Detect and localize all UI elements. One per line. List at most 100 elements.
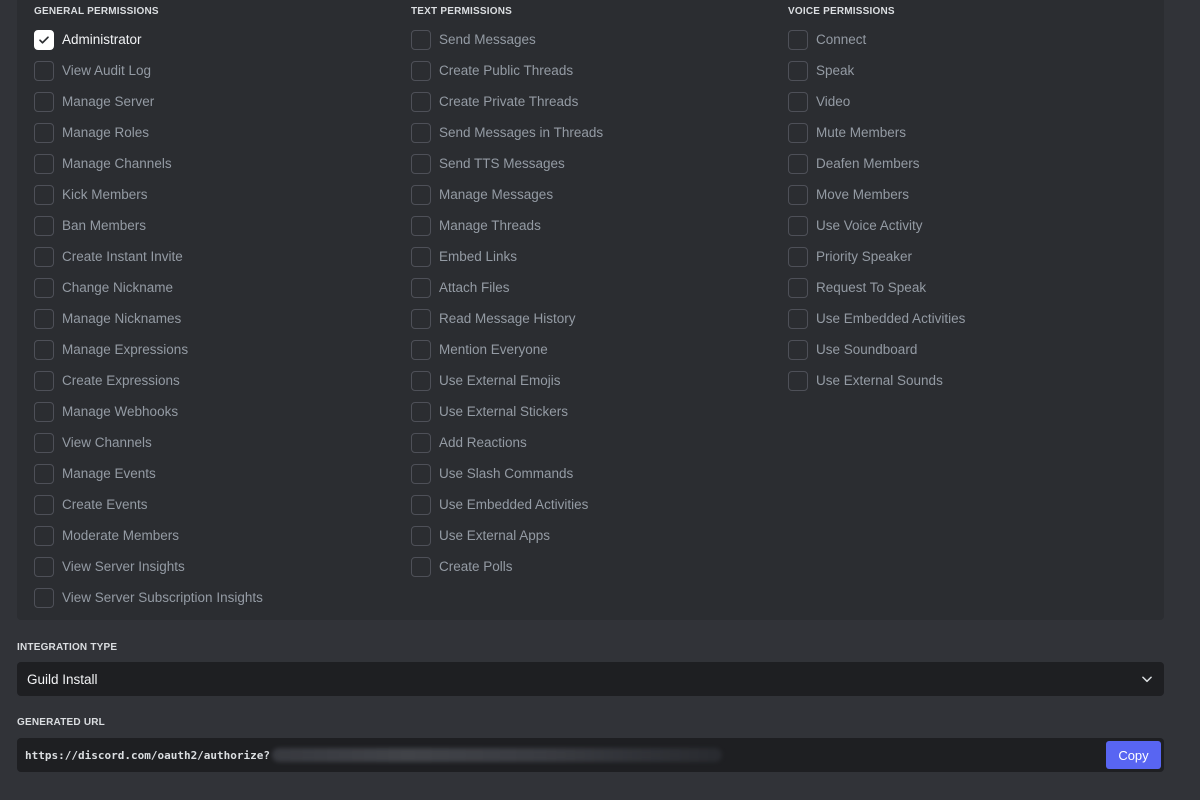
permission-text-embed-links[interactable]: Embed Links [411, 241, 603, 272]
checkbox[interactable] [788, 308, 808, 329]
permission-text-mention-everyone[interactable]: Mention Everyone [411, 334, 603, 365]
checkbox[interactable] [34, 60, 54, 81]
permission-general-create-expressions[interactable]: Create Expressions [34, 365, 263, 396]
checkbox[interactable] [34, 246, 54, 267]
checkbox[interactable] [34, 587, 54, 608]
checkbox[interactable] [411, 91, 431, 112]
permission-voice-video[interactable]: Video [788, 86, 965, 117]
checkbox[interactable] [788, 339, 808, 360]
permission-general-moderate-members[interactable]: Moderate Members [34, 520, 263, 551]
checkbox[interactable] [34, 308, 54, 329]
checkbox[interactable] [34, 91, 54, 112]
checkbox[interactable] [411, 339, 431, 360]
permission-text-create-polls[interactable]: Create Polls [411, 551, 603, 582]
permission-voice-use-embedded-activities[interactable]: Use Embedded Activities [788, 303, 965, 334]
copy-button[interactable]: Copy [1106, 741, 1161, 769]
checkbox[interactable] [34, 370, 54, 391]
permission-voice-mute-members[interactable]: Mute Members [788, 117, 965, 148]
permission-text-use-slash-commands[interactable]: Use Slash Commands [411, 458, 603, 489]
checkbox[interactable] [788, 246, 808, 267]
permission-general-manage-webhooks[interactable]: Manage Webhooks [34, 396, 263, 427]
permission-general-ban-members[interactable]: Ban Members [34, 210, 263, 241]
permission-general-change-nickname[interactable]: Change Nickname [34, 272, 263, 303]
checkbox[interactable] [34, 463, 54, 484]
checkbox[interactable] [411, 60, 431, 81]
permission-voice-speak[interactable]: Speak [788, 55, 965, 86]
permission-general-kick-members[interactable]: Kick Members [34, 179, 263, 210]
checkbox[interactable] [34, 29, 54, 50]
checkbox[interactable] [788, 277, 808, 298]
permission-general-manage-server[interactable]: Manage Server [34, 86, 263, 117]
checkbox[interactable] [411, 494, 431, 515]
permission-general-manage-expressions[interactable]: Manage Expressions [34, 334, 263, 365]
permission-voice-use-soundboard[interactable]: Use Soundboard [788, 334, 965, 365]
checkbox[interactable] [34, 153, 54, 174]
checkbox[interactable] [788, 29, 808, 50]
integration-type-select[interactable]: Guild Install [17, 662, 1164, 696]
checkbox[interactable] [788, 122, 808, 143]
permission-voice-connect[interactable]: Connect [788, 24, 965, 55]
checkbox[interactable] [411, 122, 431, 143]
permission-general-manage-nicknames[interactable]: Manage Nicknames [34, 303, 263, 334]
checkbox[interactable] [411, 463, 431, 484]
checkbox[interactable] [411, 184, 431, 205]
permission-text-send-messages-in-threads[interactable]: Send Messages in Threads [411, 117, 603, 148]
checkbox[interactable] [34, 277, 54, 298]
permission-general-create-instant-invite[interactable]: Create Instant Invite [34, 241, 263, 272]
checkbox[interactable] [788, 184, 808, 205]
permission-text-manage-threads[interactable]: Manage Threads [411, 210, 603, 241]
checkbox[interactable] [34, 339, 54, 360]
checkbox[interactable] [788, 215, 808, 236]
permission-general-manage-events[interactable]: Manage Events [34, 458, 263, 489]
permission-text-send-tts-messages[interactable]: Send TTS Messages [411, 148, 603, 179]
permission-voice-use-voice-activity[interactable]: Use Voice Activity [788, 210, 965, 241]
checkbox[interactable] [788, 153, 808, 174]
permission-text-create-public-threads[interactable]: Create Public Threads [411, 55, 603, 86]
permission-text-add-reactions[interactable]: Add Reactions [411, 427, 603, 458]
permission-general-manage-channels[interactable]: Manage Channels [34, 148, 263, 179]
checkbox[interactable] [411, 308, 431, 329]
checkbox[interactable] [411, 370, 431, 391]
permission-general-administrator[interactable]: Administrator [34, 24, 263, 55]
checkbox[interactable] [411, 215, 431, 236]
permission-text-use-external-stickers[interactable]: Use External Stickers [411, 396, 603, 427]
permission-text-read-message-history[interactable]: Read Message History [411, 303, 603, 334]
checkbox[interactable] [34, 122, 54, 143]
checkbox[interactable] [788, 370, 808, 391]
permission-text-attach-files[interactable]: Attach Files [411, 272, 603, 303]
checkbox[interactable] [411, 556, 431, 577]
permission-general-view-audit-log[interactable]: View Audit Log [34, 55, 263, 86]
permission-text-send-messages[interactable]: Send Messages [411, 24, 603, 55]
generated-url-field[interactable]: https://discord.com/oauth2/authorize? Co… [17, 738, 1164, 772]
checkbox[interactable] [34, 184, 54, 205]
checkbox[interactable] [411, 525, 431, 546]
checkbox[interactable] [411, 432, 431, 453]
permission-voice-deafen-members[interactable]: Deafen Members [788, 148, 965, 179]
checkbox[interactable] [788, 91, 808, 112]
permission-text-manage-messages[interactable]: Manage Messages [411, 179, 603, 210]
permission-general-manage-roles[interactable]: Manage Roles [34, 117, 263, 148]
permission-voice-priority-speaker[interactable]: Priority Speaker [788, 241, 965, 272]
checkbox[interactable] [411, 401, 431, 422]
permission-general-view-server-insights[interactable]: View Server Insights [34, 551, 263, 582]
permission-voice-move-members[interactable]: Move Members [788, 179, 965, 210]
checkbox[interactable] [411, 246, 431, 267]
checkbox[interactable] [34, 525, 54, 546]
checkbox[interactable] [788, 60, 808, 81]
permission-general-create-events[interactable]: Create Events [34, 489, 263, 520]
checkbox[interactable] [34, 401, 54, 422]
permission-general-view-channels[interactable]: View Channels [34, 427, 263, 458]
checkbox[interactable] [34, 215, 54, 236]
permission-voice-request-to-speak[interactable]: Request To Speak [788, 272, 965, 303]
checkbox[interactable] [411, 277, 431, 298]
permission-text-use-embedded-activities[interactable]: Use Embedded Activities [411, 489, 603, 520]
permission-general-view-server-subscription-insights[interactable]: View Server Subscription Insights [34, 582, 263, 613]
permission-text-use-external-emojis[interactable]: Use External Emojis [411, 365, 603, 396]
checkbox[interactable] [34, 494, 54, 515]
permission-text-use-external-apps[interactable]: Use External Apps [411, 520, 603, 551]
checkbox[interactable] [34, 432, 54, 453]
checkbox[interactable] [34, 556, 54, 577]
checkbox[interactable] [411, 153, 431, 174]
checkbox[interactable] [411, 29, 431, 50]
permission-voice-use-external-sounds[interactable]: Use External Sounds [788, 365, 965, 396]
